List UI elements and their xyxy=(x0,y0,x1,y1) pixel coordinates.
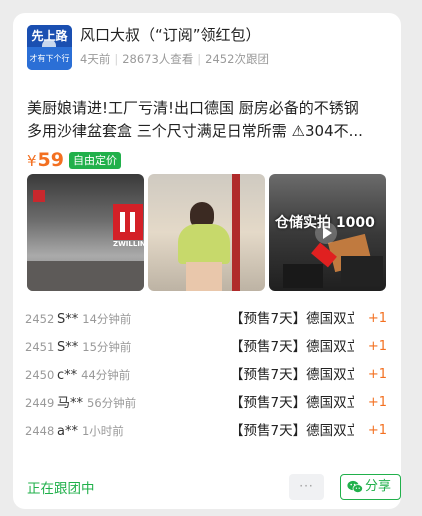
pricing-badge: 自由定价 xyxy=(69,151,121,169)
group-buy-card[interactable]: 先上路 才有下个行程 风口大叔（“订阅”领红包） 4天前|28673人查看|24… xyxy=(13,13,401,509)
record-time: 15分钟前 xyxy=(82,340,132,354)
record-time: 14分钟前 xyxy=(82,312,132,326)
record-user: a** 1小时前 xyxy=(57,417,124,446)
meta-divider: | xyxy=(114,52,119,66)
record-item: 【预售7天】德国双立人不锈钢 xyxy=(230,367,354,383)
record-qty: +1 xyxy=(367,367,387,382)
record-item: 【预售7天】德国双立人不锈钢 xyxy=(230,395,354,411)
zwilling-logo xyxy=(113,204,143,240)
price-row: ¥59 自由定价 xyxy=(27,147,121,173)
record-number: 2452 xyxy=(25,312,55,326)
warehouse-box xyxy=(283,264,323,288)
record-username: S** xyxy=(57,340,79,355)
warehouse-box xyxy=(341,256,383,284)
meta-divider: | xyxy=(197,52,202,66)
follow-records: 2452 S**14分钟前 【预售7天】德国双立人不锈钢 +1 2451 S**… xyxy=(25,305,389,445)
product-image-store[interactable]: ZWILLING xyxy=(27,174,144,291)
follow-status[interactable]: 正在跟团中 xyxy=(27,477,95,497)
store-sign xyxy=(33,190,45,202)
record-user: S** 15分钟前 xyxy=(57,333,131,362)
model-waist xyxy=(186,262,222,291)
record-number: 2449 xyxy=(25,396,55,410)
record-username: c** xyxy=(57,368,78,383)
group-title[interactable]: 风口大叔（“订阅”领红包） xyxy=(80,25,389,45)
view-count: 28673人查看 xyxy=(122,52,194,66)
record-qty: +1 xyxy=(367,423,387,438)
record-item: 【预售7天】德国双立人不锈钢 xyxy=(230,423,354,439)
play-icon[interactable] xyxy=(315,222,337,244)
store-floor xyxy=(27,261,144,291)
record-item: 【预售7天】德国双立人不锈钢 xyxy=(230,339,354,355)
record-row: 2449 马**56分钟前 【预售7天】德国双立人不锈钢 +1 xyxy=(25,389,389,417)
record-number: 2450 xyxy=(25,368,55,382)
description-line-1: 美厨娘请进!工厂亏清!出口德国 厨房必备的不锈钢 xyxy=(27,99,359,117)
record-username: S** xyxy=(57,312,79,327)
share-button[interactable]: 分享 xyxy=(340,474,401,500)
record-qty: +1 xyxy=(367,395,387,410)
record-time: 56分钟前 xyxy=(87,396,137,410)
header-text: 风口大叔（“订阅”领红包） 4天前 | 28673人查看 | 2452次跟团 xyxy=(80,25,389,67)
post-meta: 4天前 | 28673人查看 | 2452次跟团 xyxy=(80,51,389,67)
model-top xyxy=(178,224,230,264)
card-footer: 正在跟团中 ··· 分享 xyxy=(27,473,401,501)
record-time: 1小时前 xyxy=(81,424,124,438)
product-image-model[interactable] xyxy=(148,174,265,291)
posted-time: 4天前 xyxy=(80,52,111,66)
record-user: 马** 56分钟前 xyxy=(57,389,136,418)
currency-symbol: ¥ xyxy=(27,152,37,170)
product-description[interactable]: 美厨娘请进!工厂亏清!出口德国 厨房必备的不锈钢 多用沙律盆套盒 三个尺寸满足日… xyxy=(27,97,387,143)
price-value: 59 xyxy=(37,149,64,171)
record-username: a** xyxy=(57,424,78,439)
more-button[interactable]: ··· xyxy=(289,474,324,500)
price: ¥59 xyxy=(27,149,64,171)
record-user: c** 44分钟前 xyxy=(57,361,130,390)
avatar-text-bottom: 才有下个行程 xyxy=(27,47,72,70)
record-number: 2448 xyxy=(25,424,55,438)
product-images: ZWILLING 仓储实拍 1000 xyxy=(27,174,387,291)
card-header: 先上路 才有下个行程 风口大叔（“订阅”领红包） 4天前|28673人查看|24… xyxy=(27,25,389,71)
record-user: S** 14分钟前 xyxy=(57,305,131,334)
record-time: 44分钟前 xyxy=(81,368,131,382)
follow-count: 2452次跟团 xyxy=(205,52,269,66)
record-row: 2450 c**44分钟前 【预售7天】德国双立人不锈钢 +1 xyxy=(25,361,389,389)
share-label: 分享 xyxy=(365,479,392,494)
record-row: 2451 S**15分钟前 【预售7天】德国双立人不锈钢 +1 xyxy=(25,333,389,361)
record-row: 2452 S**14分钟前 【预售7天】德国双立人不锈钢 +1 xyxy=(25,305,389,333)
record-username: 马** xyxy=(57,396,84,411)
record-item: 【预售7天】德国双立人不锈钢 xyxy=(230,311,354,327)
record-qty: +1 xyxy=(367,311,387,326)
record-row: 2448 a**1小时前 【预售7天】德国双立人不锈钢 +1 xyxy=(25,417,389,445)
record-number: 2451 xyxy=(25,340,55,354)
wechat-icon xyxy=(347,480,363,493)
avatar[interactable]: 先上路 才有下个行程 xyxy=(27,25,72,70)
product-image-warehouse-video[interactable]: 仓储实拍 1000 xyxy=(269,174,386,291)
description-line-2: 多用沙律盆套盒 三个尺寸满足日常所需 ⚠304不... xyxy=(27,122,363,140)
gym-bar xyxy=(232,174,240,291)
record-qty: +1 xyxy=(367,339,387,354)
zwilling-text: ZWILLING xyxy=(113,240,144,248)
